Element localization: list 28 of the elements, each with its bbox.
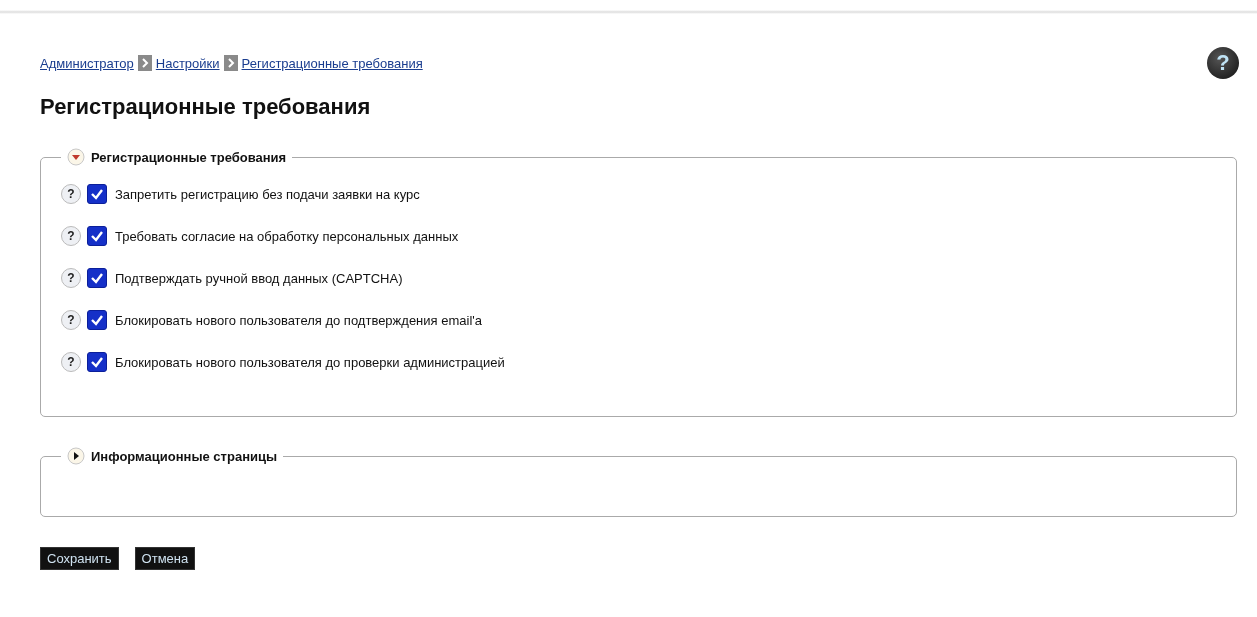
page-title: Регистрационные требования bbox=[40, 94, 372, 120]
help-button[interactable]: ? bbox=[61, 226, 81, 246]
checkbox-label: Блокировать нового пользователя до проверки администрацией bbox=[115, 354, 505, 370]
checkbox-label: Запретить регистрацию без подачи заявки на курс bbox=[115, 186, 420, 202]
checkbox-label: Блокировать нового пользователя до подтверждения email'a bbox=[115, 312, 482, 328]
breadcrumb-link[interactable]: Регистрационные требования bbox=[241, 55, 423, 71]
checkbox-label: Требовать согласие на обработку персональных данных bbox=[115, 228, 459, 244]
section-toggle[interactable] bbox=[67, 447, 85, 465]
form-button[interactable]: Сохранить bbox=[40, 547, 119, 570]
help-button[interactable]: ? bbox=[61, 268, 81, 288]
help-button[interactable]: ? bbox=[61, 352, 81, 372]
chevron-icon bbox=[137, 55, 152, 71]
section-title: Информационные страницы bbox=[91, 448, 278, 464]
form-button[interactable]: Отмена bbox=[134, 547, 196, 570]
breadcrumb-link[interactable]: Администратор bbox=[40, 55, 134, 71]
section-title: Регистрационные требования bbox=[91, 149, 287, 165]
checkbox-label: Подтверждать ручной ввод данных (CAPTCHA) bbox=[115, 270, 403, 286]
checkbox[interactable] bbox=[87, 310, 107, 330]
help-button[interactable]: ? bbox=[61, 310, 81, 330]
help-button[interactable]: ? bbox=[61, 184, 81, 204]
section-toggle[interactable] bbox=[67, 148, 85, 166]
chevron-icon bbox=[223, 55, 238, 71]
checkbox[interactable] bbox=[87, 184, 107, 204]
checkbox[interactable] bbox=[87, 226, 107, 246]
checkbox[interactable] bbox=[87, 268, 107, 288]
help-button[interactable]: ? bbox=[1207, 47, 1239, 79]
checkbox[interactable] bbox=[87, 352, 107, 372]
breadcrumb-link[interactable]: Настройки bbox=[155, 55, 220, 71]
